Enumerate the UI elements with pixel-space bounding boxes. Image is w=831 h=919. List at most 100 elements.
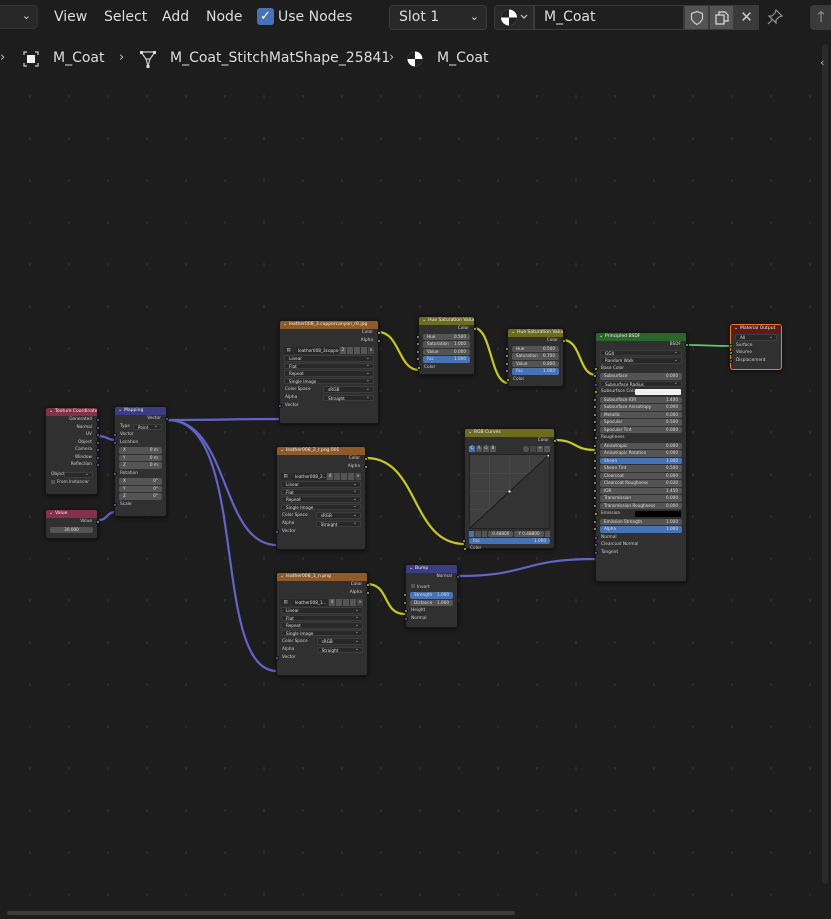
material-name-field[interactable]: M_Coat [534,5,684,30]
socket-dot[interactable] [403,609,408,613]
socket-dot[interactable] [95,448,100,452]
node-image-texture[interactable]: leather008_3.coppercanyon_r0.jpg Color A… [277,320,381,424]
socket-dot[interactable] [593,451,597,455]
close-icon[interactable]: × [357,599,363,606]
socket-dot[interactable] [593,512,598,516]
socket-dot[interactable] [593,427,597,432]
input-sheen[interactable]: Sheen 1.000 [593,457,682,464]
socket-dot[interactable] [593,503,597,508]
material-browse-button[interactable] [494,5,534,30]
point-y-field[interactable]: Y 0.48800 [514,530,544,537]
socket-dot[interactable] [164,417,169,421]
extension-dropdown[interactable]: Repeat [284,370,374,377]
socket-dot[interactable] [593,496,597,500]
close-icon[interactable]: × [368,347,374,354]
node-image-texture[interactable]: leather008_2_r.png.001 Color Alpha ▤ lea… [274,446,368,550]
socket-dot[interactable] [95,418,100,422]
socket-dot[interactable] [593,481,597,485]
node-header[interactable]: Hue Saturation Value [419,317,474,325]
node-header[interactable]: Material Output [731,325,781,333]
tab-channel-c[interactable]: C [469,445,475,452]
input-sheen-tint[interactable]: Sheen Tint 0.500 [593,465,682,472]
alpha-dropdown[interactable]: Straight [315,520,361,527]
rotation-x[interactable]: X 0° [119,478,162,485]
socket-dot[interactable] [274,656,279,660]
vertical-scrollbar[interactable] [822,44,828,884]
slot-dropdown[interactable]: Slot 1 ⌄ [389,5,487,30]
open-image-icon[interactable] [348,473,354,480]
node-hue-saturation-value[interactable]: Hue Saturation Value ColorHue0.500Satura… [416,316,477,375]
node-header[interactable]: Value [46,510,97,518]
node-header[interactable]: leather008_2_r.png.001 [277,447,365,455]
open-image-icon[interactable] [361,347,367,354]
socket-dot[interactable] [416,365,421,370]
projection-dropdown[interactable]: Flat [281,614,363,621]
sidebar-toggle-icon[interactable]: ‹ [820,56,824,69]
socket-dot[interactable] [593,458,597,463]
socket-dot[interactable] [455,575,460,579]
input-anisotropic[interactable]: Anisotropic 0.000 [593,442,682,449]
socket-dot[interactable] [593,543,598,547]
socket-dot[interactable] [684,343,689,347]
interpolation-dropdown[interactable]: Linear [281,607,363,614]
handle-auto-icon[interactable] [469,530,475,537]
field-value[interactable]: Value 0.000 [416,348,470,355]
socket-dot[interactable] [505,346,509,351]
image-browse-icon[interactable]: ▤ [281,599,290,606]
socket-dot[interactable] [728,358,733,363]
fake-user-icon[interactable] [347,347,353,354]
socket-dot[interactable] [593,473,597,478]
field-hue[interactable]: Hue 0.500 [416,333,470,340]
socket-dot[interactable] [561,339,566,343]
source-dropdown[interactable]: Single Image [284,377,374,384]
image-browse-icon[interactable]: ▤ [281,473,290,480]
socket-dot[interactable] [112,502,117,507]
socket-dot[interactable] [277,404,282,408]
socket-dot[interactable] [95,520,100,524]
node-header[interactable]: Texture Coordinate [46,408,97,416]
tab-channel-r[interactable]: R [476,445,482,452]
socket-dot[interactable] [505,361,509,366]
input-specular-tint[interactable]: Specular Tint 0.000 [593,426,682,433]
node-texture-coordinate[interactable]: Texture Coordinate Generated Normal UV O… [45,407,100,495]
invert-row[interactable]: Invert [406,584,457,592]
duplicate-icon[interactable] [341,473,347,480]
socket-dot[interactable] [365,583,370,587]
socket-dot[interactable] [95,425,100,430]
tab-channel-b[interactable]: B [490,445,496,452]
socket-dot[interactable] [505,354,509,358]
node-header[interactable]: Mapping [115,407,166,415]
fake-user-icon[interactable] [336,599,342,606]
socket-dot[interactable] [416,342,420,346]
distribution-dropdown[interactable]: GGX [600,349,682,356]
alpha-dropdown[interactable]: Straight [316,646,363,653]
from-instancer-row[interactable]: From Instancer [46,479,97,487]
node-material-output[interactable]: Material Output All Surface Volume Displ… [728,324,782,370]
fac-field[interactable]: Fac 1.000 [462,537,550,544]
socket-dot[interactable] [593,527,597,531]
input-metallic[interactable]: Metallic 0.000 [593,411,682,418]
field-saturation[interactable]: Saturation 1.000 [416,341,470,348]
input-transmission[interactable]: Transmission 0.000 [593,495,682,502]
socket-dot[interactable] [95,463,100,467]
color-swatch[interactable] [634,511,681,517]
handle-auto-clamped-icon[interactable] [481,530,488,537]
input-subsurface-radius[interactable]: Subsurface Radius [594,380,682,387]
socket-dot[interactable] [112,433,117,437]
socket-dot[interactable] [593,397,597,402]
socket-dot[interactable] [462,547,467,551]
input-clearcoat[interactable]: Clearcoat 0.000 [593,472,682,479]
input-ior[interactable]: IOR 1.450 [593,487,682,494]
node-header[interactable]: Bump [406,565,457,573]
input-clearcoat-roughness[interactable]: Clearcoat Roughness 0.030 [593,480,682,487]
socket-dot[interactable] [593,436,598,440]
colorspace-dropdown[interactable]: sRGB [316,638,363,645]
input-specular[interactable]: Specular 0.500 [593,419,682,426]
colorspace-dropdown[interactable]: sRGB [315,512,361,519]
node-bump[interactable]: Bump Normal Invert Strength1.000 Distanc… [403,564,460,628]
interpolation-dropdown[interactable]: Linear [281,481,361,488]
node-header[interactable]: leather008_1_n.png [277,573,367,581]
type-dropdown[interactable]: Point [132,423,162,430]
color-swatch[interactable] [634,389,681,395]
value-field[interactable]: 30.000 [50,526,93,533]
